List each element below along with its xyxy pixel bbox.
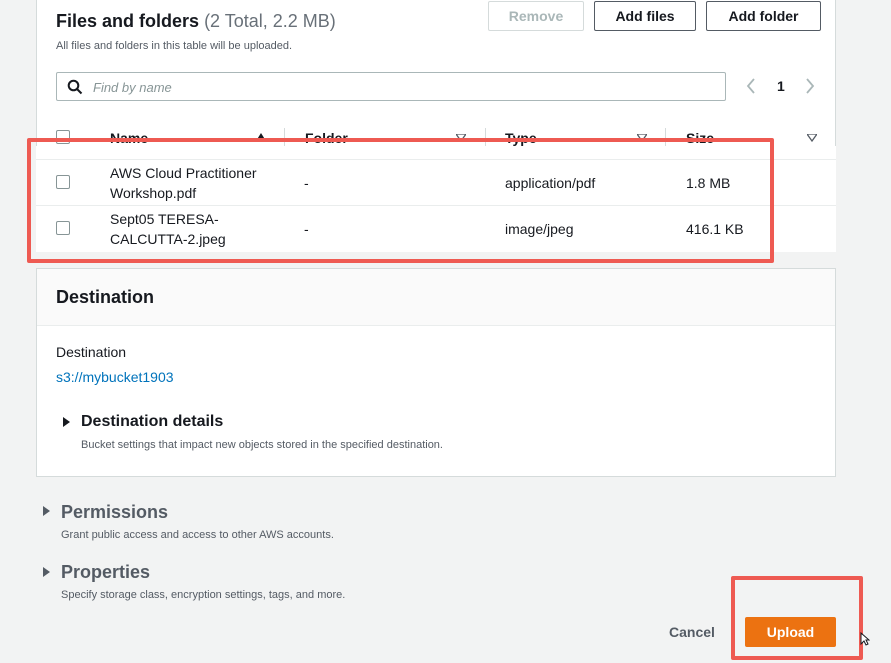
caret-right-icon[interactable]	[63, 417, 70, 427]
caret-right-icon[interactable]	[43, 506, 50, 516]
chevron-left-icon[interactable]	[745, 77, 757, 95]
add-files-button[interactable]: Add files	[594, 1, 696, 31]
upload-highlight	[731, 576, 863, 660]
destination-details-title[interactable]: Destination details	[81, 413, 223, 431]
search-box	[56, 72, 726, 101]
caret-right-icon[interactable]	[43, 567, 50, 577]
rows-highlight	[27, 138, 774, 263]
files-panel-title: Files and folders	[56, 11, 200, 31]
chevron-right-icon[interactable]	[804, 77, 816, 95]
properties-desc: Specify storage class, encryption settin…	[61, 589, 346, 601]
page-number[interactable]: 1	[777, 78, 785, 94]
search-icon	[67, 79, 83, 95]
permissions-desc: Grant public access and access to other …	[61, 529, 334, 541]
destination-details-desc: Bucket settings that impact new objects …	[81, 439, 443, 451]
files-panel-title-row: Files and folders (2 Total, 2.2 MB)	[56, 11, 336, 32]
search-input[interactable]	[91, 77, 711, 97]
properties-title[interactable]: Properties	[61, 562, 150, 583]
mouse-cursor-icon	[860, 632, 870, 646]
destination-header	[37, 269, 835, 326]
destination-link[interactable]: s3://mybucket1903	[56, 369, 174, 385]
permissions-title[interactable]: Permissions	[61, 502, 168, 523]
cancel-button[interactable]: Cancel	[669, 624, 715, 640]
remove-button[interactable]: Remove	[488, 1, 584, 31]
files-panel-subtitle: All files and folders in this table will…	[56, 40, 293, 52]
files-count: (2 Total, 2.2 MB)	[204, 11, 336, 31]
destination-label: Destination	[56, 344, 127, 360]
filter-icon[interactable]	[807, 134, 817, 142]
add-folder-button[interactable]: Add folder	[706, 1, 821, 31]
destination-panel-title: Destination	[56, 287, 155, 307]
